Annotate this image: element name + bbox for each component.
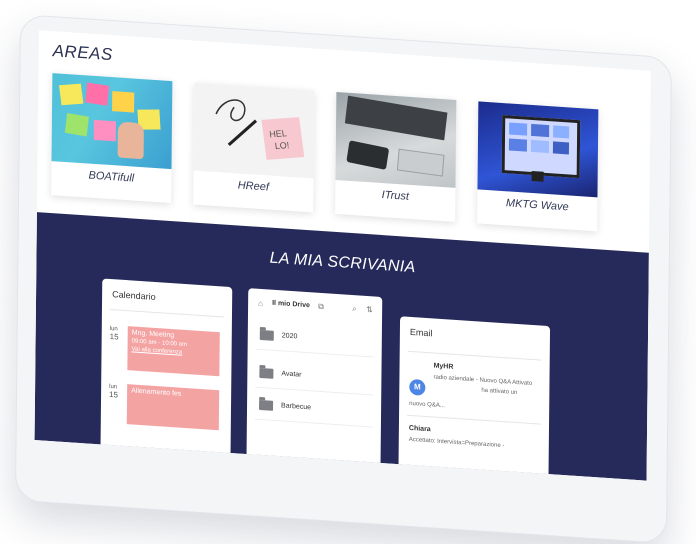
email-title: Email xyxy=(409,326,433,339)
sticky-notes-image xyxy=(51,73,173,170)
search-icon[interactable]: ⌕ xyxy=(352,304,357,314)
calendar-title: Calendario xyxy=(112,289,156,303)
drive-folder-row[interactable]: Barbecue xyxy=(254,392,374,428)
calendar-day: lun 15 xyxy=(109,383,119,400)
area-card-mktg-wave[interactable]: MKTG Wave xyxy=(477,101,599,232)
email-sender[interactable]: MyHR xyxy=(434,362,454,370)
drive-title: Il mio Drive xyxy=(272,299,310,310)
tablet-frame: AREAS BOATifull HEL LO! HReef ITrust MKT… xyxy=(14,14,672,544)
divider xyxy=(109,308,224,318)
calendar-day: lun 15 xyxy=(109,325,119,342)
area-card-itrust[interactable]: ITrust xyxy=(335,92,457,222)
folder-icon xyxy=(259,367,274,379)
calendar-event[interactable]: Mng. Meeting 09:00 am - 10:00 am Vai all… xyxy=(127,326,220,377)
area-card-label: ITrust xyxy=(381,189,410,203)
area-card-hreef[interactable]: HEL LO! HReef xyxy=(193,82,315,213)
drive-folder-row[interactable]: Avatar xyxy=(255,360,374,396)
sort-icon[interactable]: ⇅ xyxy=(366,305,373,314)
divider xyxy=(407,350,542,361)
area-card-label: MKTG Wave xyxy=(505,197,569,214)
email-widget: Email M MyHR radio aziendale - Nuovo Q&A… xyxy=(398,316,551,481)
area-card-label: HReef xyxy=(237,179,269,194)
sketch-image: HEL LO! xyxy=(193,82,315,179)
email-preview: Accettato: Intervista=Preparazione - xyxy=(408,436,505,450)
drive-folder-row[interactable]: 2020 xyxy=(255,322,374,358)
monitor-image xyxy=(477,101,599,198)
email-sender[interactable]: Chiara xyxy=(409,425,431,433)
calendar-event[interactable]: Allenamento fes xyxy=(126,384,220,431)
email-preview: nuovo Q&A... xyxy=(409,400,445,410)
area-card-boatifull[interactable]: BOATifull xyxy=(51,73,173,204)
external-link-icon[interactable]: ⧉ xyxy=(318,302,324,312)
divider xyxy=(407,414,542,425)
email-preview: ha attivato un xyxy=(481,387,518,397)
email-preview: radio aziendale - Nuovo Q&A Attivato xyxy=(433,374,533,388)
sender-avatar: M xyxy=(409,378,426,396)
svg-text:HEL: HEL xyxy=(269,128,288,139)
drive-widget: ⌂ Il mio Drive ⧉ ⌕ ⇅ 2020 Avatar Barbecu… xyxy=(246,288,383,467)
calendar-widget: Calendario lun 15 Mng. Meeting 09:00 am … xyxy=(100,278,233,457)
devices-image xyxy=(335,92,457,188)
area-card-label: BOATifull xyxy=(88,169,135,185)
app-screen: AREAS BOATifull HEL LO! HReef ITrust MKT… xyxy=(34,30,651,481)
areas-title: AREAS xyxy=(52,41,113,65)
folder-icon xyxy=(259,399,274,411)
svg-text:LO!: LO! xyxy=(274,140,290,151)
home-icon[interactable]: ⌂ xyxy=(258,299,263,308)
desk-section: LA MIA SCRIVANIA Calendario lun 15 Mng. … xyxy=(34,212,649,481)
folder-icon xyxy=(259,329,274,341)
